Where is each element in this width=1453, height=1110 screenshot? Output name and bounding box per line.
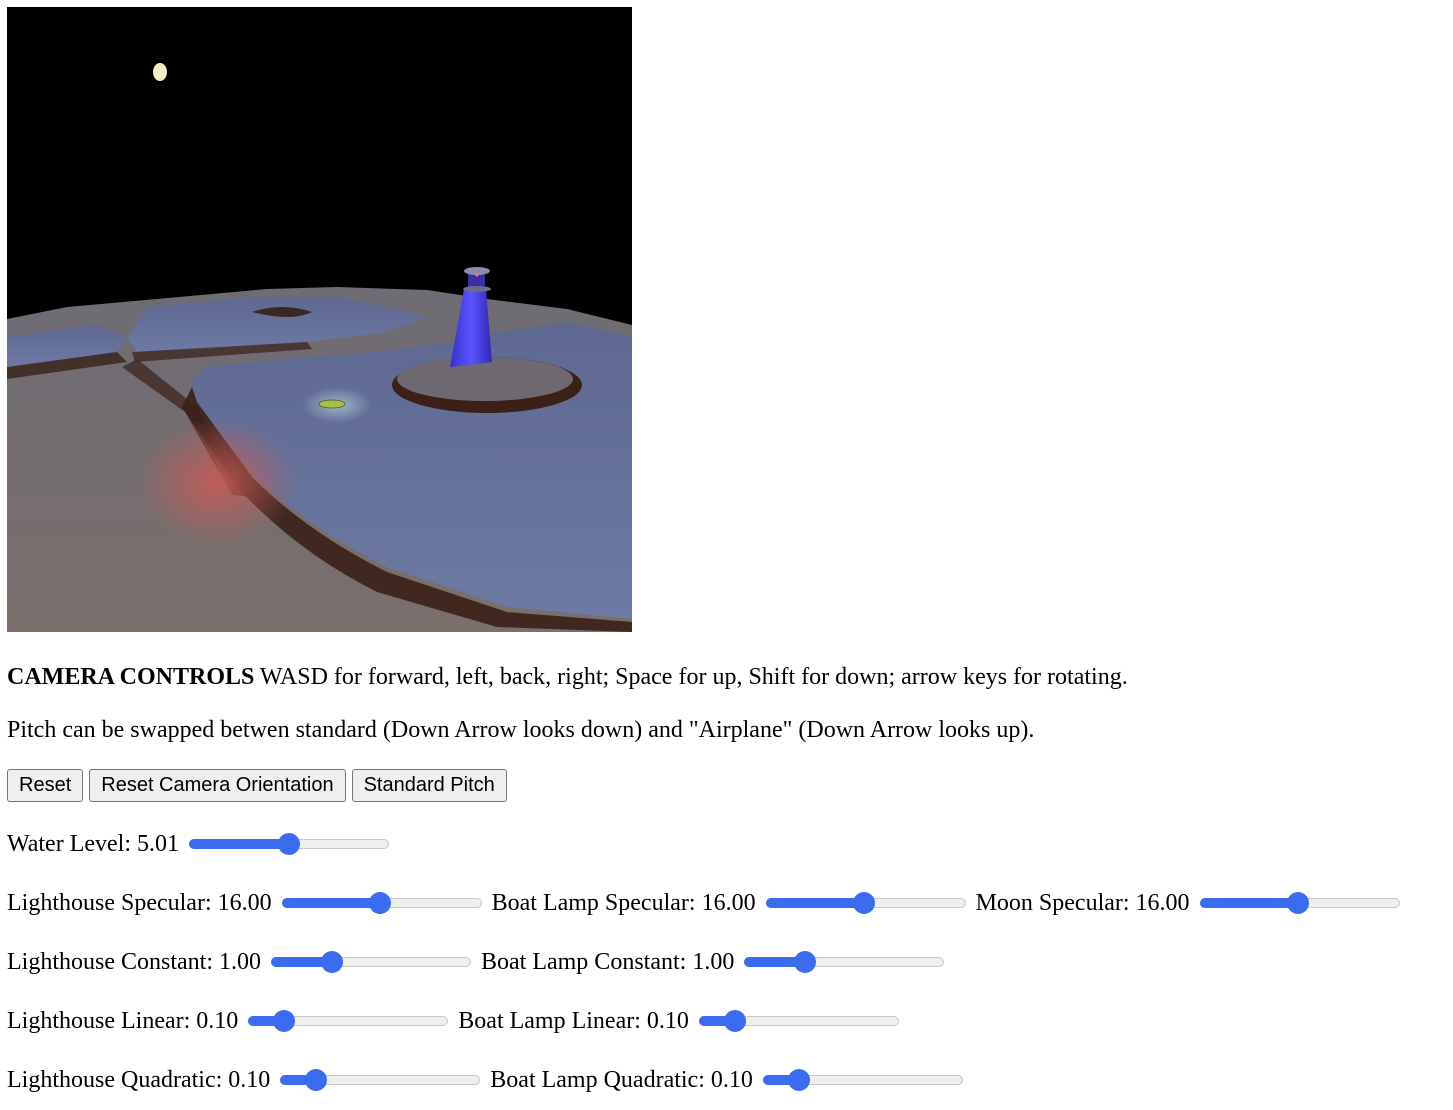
lighthouse-linear-slider[interactable]	[248, 1010, 449, 1032]
slider-fill	[1199, 898, 1298, 908]
slider-thumb[interactable]	[1286, 892, 1309, 914]
lighthouse-specular-label: Lighthouse Specular: 16.00	[7, 890, 272, 916]
specular-row: Lighthouse Specular: 16.00 Boat Lamp Spe…	[7, 889, 1410, 917]
boat-lamp-quadratic-control: Boat Lamp Quadratic: 0.10	[490, 1066, 973, 1094]
camera-controls-heading: CAMERA CONTROLS	[7, 664, 255, 690]
linear-row: Lighthouse Linear: 0.10 Boat Lamp Linear…	[7, 1007, 909, 1035]
lighthouse-constant-slider[interactable]	[271, 951, 471, 973]
boat-lamp-constant-control: Boat Lamp Constant: 1.00	[481, 948, 954, 976]
reset-button[interactable]: Reset	[7, 769, 84, 802]
slider-thumb[interactable]	[305, 1069, 328, 1091]
boat-lamp-constant-label: Boat Lamp Constant: 1.00	[481, 949, 735, 975]
scene-canvas[interactable]	[7, 7, 632, 632]
pitch-description: Pitch can be swapped betwen standard (Do…	[7, 717, 1035, 743]
moon-specular-label: Moon Specular: 16.00	[975, 890, 1190, 916]
water-level-label: Water Level: 5.01	[7, 831, 179, 857]
boat-lamp-specular-slider[interactable]	[765, 892, 966, 914]
slider-thumb[interactable]	[787, 1069, 810, 1091]
lighthouse-linear-label: Lighthouse Linear: 0.10	[7, 1008, 239, 1034]
slider-thumb[interactable]	[320, 951, 343, 973]
water-level-row: Water Level: 5.01	[7, 830, 399, 858]
lighthouse-specular-slider[interactable]	[281, 892, 482, 914]
lighthouse-quadratic-slider[interactable]	[280, 1069, 481, 1091]
boat-icon	[318, 399, 346, 409]
slider-thumb[interactable]	[723, 1010, 746, 1032]
reset-camera-orientation-button[interactable]: Reset Camera Orientation	[89, 769, 346, 802]
slider-fill	[281, 898, 380, 908]
slider-thumb[interactable]	[852, 892, 875, 914]
lighthouse-constant-label: Lighthouse Constant: 1.00	[7, 949, 261, 975]
pitch-toggle-button[interactable]: Standard Pitch	[351, 769, 507, 802]
boat-lamp-linear-slider[interactable]	[698, 1010, 899, 1032]
slider-fill	[189, 839, 289, 849]
lighthouse-constant-control: Lighthouse Constant: 1.00	[7, 948, 481, 976]
water-level-control: Water Level: 5.01	[7, 830, 399, 858]
lighthouse-quadratic-label: Lighthouse Quadratic: 0.10	[7, 1067, 271, 1093]
constant-row: Lighthouse Constant: 1.00 Boat Lamp Cons…	[7, 948, 954, 976]
boat-lamp-constant-slider[interactable]	[744, 951, 945, 973]
moon-icon	[153, 63, 167, 81]
moon-specular-slider[interactable]	[1199, 892, 1400, 914]
boat-lamp-linear-control: Boat Lamp Linear: 0.10	[458, 1007, 909, 1035]
boat-lamp-quadratic-slider[interactable]	[762, 1069, 963, 1091]
lighthouse-specular-control: Lighthouse Specular: 16.00	[7, 889, 492, 917]
slider-fill	[765, 898, 864, 908]
scene-render	[7, 7, 632, 632]
boat-lamp-specular-control: Boat Lamp Specular: 16.00	[492, 889, 976, 917]
water-level-slider[interactable]	[189, 833, 389, 855]
camera-controls-description: WASD for forward, left, back, right; Spa…	[254, 664, 1128, 690]
boat-lamp-linear-label: Boat Lamp Linear: 0.10	[458, 1008, 689, 1034]
moon-specular-control: Moon Specular: 16.00	[976, 889, 1410, 917]
slider-thumb[interactable]	[794, 951, 817, 973]
lighthouse-linear-control: Lighthouse Linear: 0.10	[7, 1007, 458, 1035]
quadratic-row: Lighthouse Quadratic: 0.10 Boat Lamp Qua…	[7, 1066, 973, 1094]
boat-lamp-specular-label: Boat Lamp Specular: 16.00	[491, 890, 756, 916]
slider-thumb[interactable]	[278, 833, 300, 855]
button-row: Reset Reset Camera Orientation Standard …	[7, 769, 507, 802]
slider-thumb[interactable]	[273, 1010, 296, 1032]
camera-controls-text: CAMERA CONTROLS WASD for forward, left, …	[7, 663, 1128, 691]
boat-lamp-quadratic-label: Boat Lamp Quadratic: 0.10	[490, 1067, 753, 1093]
slider-thumb[interactable]	[368, 892, 391, 914]
lighthouse-quadratic-control: Lighthouse Quadratic: 0.10	[7, 1066, 490, 1094]
